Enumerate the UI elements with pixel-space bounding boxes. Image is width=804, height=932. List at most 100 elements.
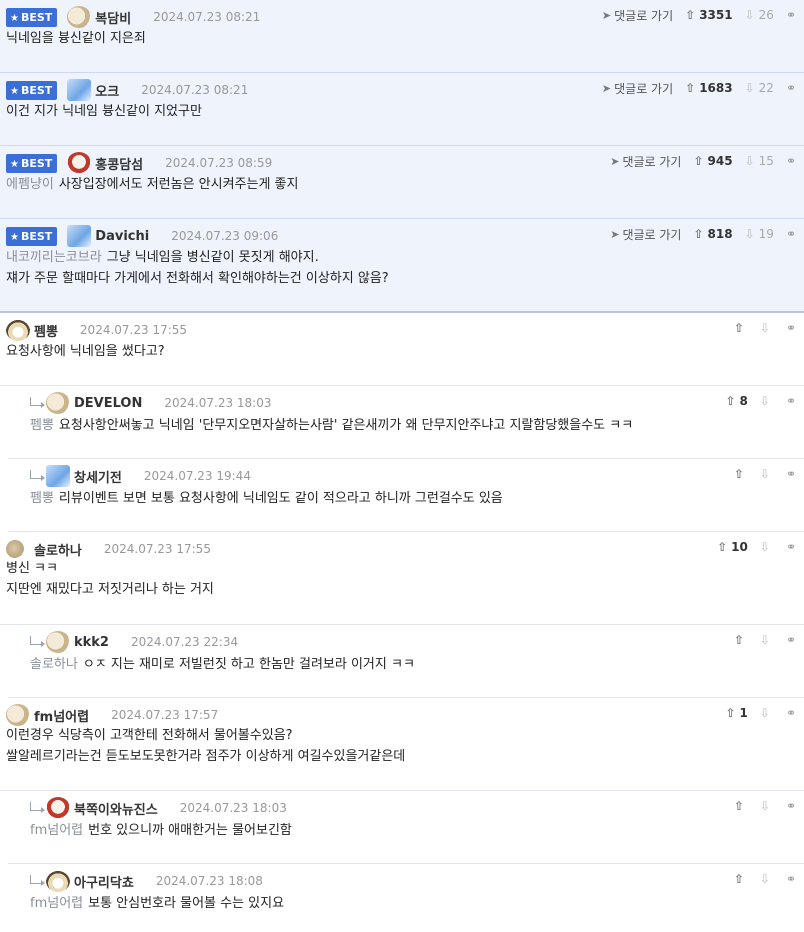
reply-comment: 창세기전 2024.07.23 19:44 ⇧ ⇩ ⚭ 펨뽕 리뷰이벤트 보면 보통 요청사…: [8, 459, 804, 532]
link-icon[interactable]: ⚭: [786, 633, 796, 647]
dislike-button[interactable]: ⇩ 26: [745, 8, 774, 22]
nickname[interactable]: 아구리닥쵸: [74, 872, 134, 891]
goto-comment-link[interactable]: ➤ 댓글로 가기: [602, 80, 673, 97]
avatar[interactable]: [67, 79, 92, 101]
comment-body: 이건 지가 닉네임 븅신같이 지었구만: [6, 101, 202, 122]
nickname[interactable]: 창세기전: [74, 467, 122, 486]
link-icon[interactable]: ⚭: [786, 706, 796, 720]
avatar[interactable]: [67, 225, 92, 247]
nickname[interactable]: DEVELON: [74, 396, 142, 411]
like-button[interactable]: ⇧ 1: [725, 706, 747, 720]
dislike-button[interactable]: ⇩: [760, 872, 774, 886]
avatar[interactable]: [67, 152, 92, 174]
comment-line: 에펨냥이 사장입장에서도 저런놈은 안시켜주는게 좋지: [6, 174, 298, 195]
comment-header: kkk2 2024.07.23 22:34: [30, 631, 238, 653]
like-button[interactable]: ⇧ 945: [693, 154, 732, 168]
avatar[interactable]: [46, 465, 70, 487]
link-icon[interactable]: ⚭: [786, 321, 796, 335]
best-label: BEST: [20, 229, 53, 243]
link-icon[interactable]: ⚭: [786, 81, 796, 95]
dislike-button[interactable]: ⇩: [760, 467, 774, 481]
like-button[interactable]: ⇧: [734, 633, 748, 647]
like-button[interactable]: ⇧ 10: [717, 540, 748, 554]
link-icon[interactable]: ⚭: [786, 467, 796, 481]
like-button[interactable]: ⇧: [734, 799, 748, 813]
comment-tools: ⇧ 8 ⇩ ⚭: [725, 392, 796, 410]
goto-comment-link[interactable]: ➤ 댓글로 가기: [610, 226, 681, 243]
thumbs-down-icon: ⇩: [759, 467, 770, 481]
mention-nickname[interactable]: 펨뽕: [30, 491, 54, 506]
dislike-button[interactable]: ⇩: [760, 706, 774, 720]
mention-nickname[interactable]: 솔로하나: [30, 657, 78, 672]
comment-body: 병신 ㅋㅋ 지딴엔 재밌다고 저짓거리나 하는 거지: [6, 558, 214, 600]
like-button[interactable]: ⇧: [734, 872, 748, 886]
dislike-button[interactable]: ⇩: [760, 540, 774, 554]
like-button[interactable]: ⇧: [734, 321, 748, 335]
send-icon: ➤: [601, 8, 612, 22]
avatar[interactable]: [46, 631, 70, 653]
nickname[interactable]: 북쪽이와뉴진스: [74, 799, 158, 818]
nickname[interactable]: fm넘어렵: [34, 706, 89, 725]
nickname[interactable]: Davichi: [95, 229, 149, 244]
comment-text: 사장입장에서도 저런놈은 안시켜주는게 좋지: [58, 177, 299, 192]
thumbs-down-icon: ⇩: [759, 799, 770, 813]
mention-nickname[interactable]: fm넘어렵: [30, 823, 83, 838]
dislike-button[interactable]: ⇩: [760, 799, 774, 813]
goto-comment-link[interactable]: ➤ 댓글로 가기: [610, 153, 681, 170]
thumbs-up-icon: ⇧: [733, 799, 744, 813]
avatar[interactable]: [6, 319, 30, 341]
nickname[interactable]: 오크: [95, 81, 119, 100]
best-badge: ★ BEST: [6, 226, 58, 246]
comment-line: 요청사항에 닉네임을 썼다고?: [6, 341, 165, 362]
thumbs-down-icon: ⇩: [759, 633, 770, 647]
avatar[interactable]: [46, 392, 70, 414]
star-icon: ★: [10, 231, 19, 243]
nickname[interactable]: 솔로하나: [34, 540, 82, 559]
nickname[interactable]: 홍콩담섬: [95, 154, 143, 173]
dislike-button[interactable]: ⇩: [760, 321, 774, 335]
link-icon[interactable]: ⚭: [786, 872, 796, 886]
link-icon[interactable]: ⚭: [786, 540, 796, 554]
comment-line: 솔로하나 ㅇㅈ 지는 재미로 저빌런짓 하고 한놈만 걸려보라 이거지 ㅋㅋ: [30, 654, 415, 675]
comment: 펨뽕 2024.07.23 17:55 ⇧ ⇩ ⚭ 요청사항에 닉네임을 썼다고?: [0, 313, 804, 386]
link-icon[interactable]: ⚭: [786, 154, 796, 168]
dislike-button[interactable]: ⇩: [760, 394, 774, 408]
comment-body: 에펨냥이 사장입장에서도 저런놈은 안시켜주는게 좋지: [6, 174, 298, 195]
avatar[interactable]: [6, 704, 30, 726]
nickname[interactable]: kkk2: [74, 635, 109, 650]
mention-nickname[interactable]: fm넘어렵: [30, 896, 83, 911]
mention-nickname[interactable]: 내코끼리는코브라: [6, 250, 102, 265]
nickname[interactable]: 복담비: [95, 8, 131, 27]
goto-comment-link[interactable]: ➤ 댓글로 가기: [602, 7, 673, 24]
dislike-button[interactable]: ⇩ 19: [745, 227, 774, 241]
like-button[interactable]: ⇧ 8: [725, 394, 747, 408]
mention-nickname[interactable]: 에펨냥이: [6, 177, 54, 192]
dislike-button[interactable]: ⇩: [760, 633, 774, 647]
thumbs-down-icon: ⇩: [759, 540, 770, 554]
best-label: BEST: [20, 10, 53, 24]
dislike-button[interactable]: ⇩ 22: [745, 81, 774, 95]
avatar[interactable]: [67, 6, 92, 28]
mention-nickname[interactable]: 펨뽕: [30, 418, 54, 433]
comment-text: 이런경우 식당측이 고객한테 전화해서 물어볼수있음?: [6, 728, 293, 743]
dislike-button[interactable]: ⇩ 15: [745, 154, 774, 168]
like-button[interactable]: ⇧: [734, 467, 748, 481]
thumbs-up-icon: ⇧: [733, 872, 744, 886]
avatar[interactable]: [6, 540, 24, 558]
comment-header: ★ BEST Davichi 2024.07.23 09:06: [6, 225, 278, 247]
comment-text: 병신 ㅋㅋ: [6, 561, 58, 576]
avatar[interactable]: [46, 870, 70, 892]
link-icon[interactable]: ⚭: [786, 227, 796, 241]
comment-tools: ➤ 댓글로 가기 ⇧ 945 ⇩ 15 ⚭: [610, 152, 796, 170]
comment-header: ★ BEST 홍콩담섬 2024.07.23 08:59: [6, 152, 272, 174]
goto-comment-label: 댓글로 가기: [622, 227, 682, 242]
nickname[interactable]: 펨뽕: [34, 321, 58, 340]
avatar[interactable]: [46, 797, 70, 819]
link-icon[interactable]: ⚭: [786, 394, 796, 408]
like-button[interactable]: ⇧ 818: [693, 227, 732, 241]
like-count: 818: [707, 227, 733, 241]
like-button[interactable]: ⇧ 1683: [685, 81, 732, 95]
link-icon[interactable]: ⚭: [786, 799, 796, 813]
like-button[interactable]: ⇧ 3351: [685, 8, 732, 22]
link-icon[interactable]: ⚭: [786, 8, 796, 22]
